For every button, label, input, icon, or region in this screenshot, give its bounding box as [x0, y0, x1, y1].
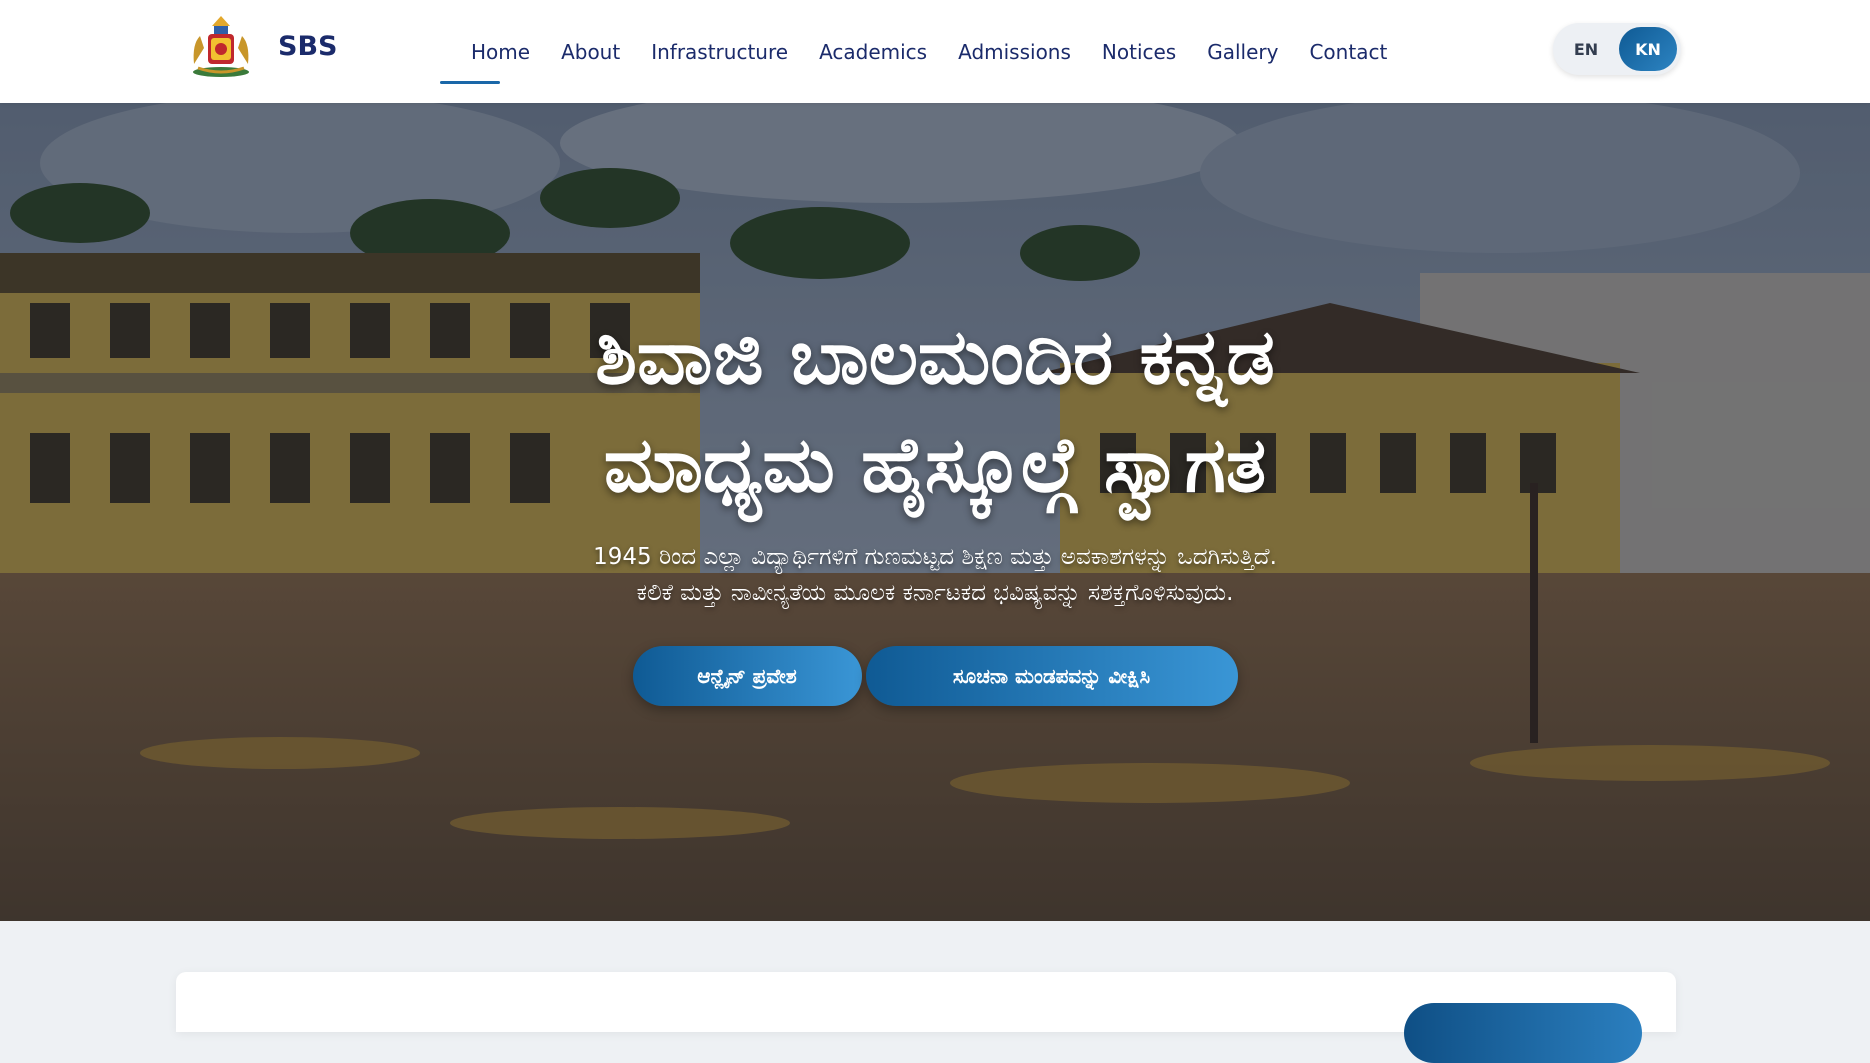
language-en-button[interactable]: EN [1557, 27, 1615, 71]
nav-item-contact[interactable]: Contact [1309, 40, 1387, 64]
top-navbar: SBS Home About Infrastructure Academics … [0, 0, 1870, 103]
nav-item-home[interactable]: Home [439, 40, 530, 84]
hero-title-line: ಶಿವಾಜಿ ಬಾಲಮಂದಿರ ಕನ್ನಡ [595, 312, 1275, 401]
hero-title: ಶಿವಾಜಿ ಬಾಲಮಂದಿರ ಕನ್ನಡ ಮಾಧ್ಯಮ ಹೈಸ್ಕೂಲ್ಗೆ … [0, 303, 1870, 519]
view-notice-board-button[interactable]: ಸೂಚನಾ ಮಂಡಪವನ್ನು ವೀಕ್ಷಿಸಿ [865, 646, 1238, 706]
brand[interactable]: SBS [186, 14, 337, 78]
hero-section: ಶಿವಾಜಿ ಬಾಲಮಂದಿರ ಕನ್ನಡ ಮಾಧ್ಯಮ ಹೈಸ್ಕೂಲ್ಗೆ … [0, 103, 1870, 921]
hero-subtitle: 1945 ರಿಂದ ಎಲ್ಲಾ ವಿದ್ಯಾರ್ಥಿಗಳಿಗೆ ಗುಣಮಟ್ಟದ… [0, 539, 1870, 611]
hero-actions: ಆನ್ಲೈನ್ ಪ್ರವೇಶ ಸೂಚನಾ ಮಂಡಪವನ್ನು ವೀಕ್ಷಿಸಿ [0, 646, 1870, 706]
hero-subtitle-line: ಕಲಿಕೆ ಮತ್ತು ನಾವೀನ್ಯತೆಯ ಮೂಲಕ ಕರ್ನಾಟಕದ ಭವಿ… [636, 580, 1234, 606]
karnataka-emblem-icon [186, 14, 256, 78]
main-nav: Home About Infrastructure Academics Admi… [439, 0, 1418, 103]
brand-name: SBS [278, 30, 338, 62]
nav-item-infrastructure[interactable]: Infrastructure [651, 40, 788, 64]
language-kn-button[interactable]: KN [1619, 27, 1677, 71]
hero-title-line: ಮಾಧ್ಯಮ ಹೈಸ್ಕೂಲ್ಗೆ ಸ್ವಾಗತ [603, 420, 1267, 509]
section-heading [222, 1004, 622, 1018]
hero-subtitle-line: 1945 ರಿಂದ ಎಲ್ಲಾ ವಿದ್ಯಾರ್ಥಿಗಳಿಗೆ ಗುಣಮಟ್ಟದ… [593, 544, 1277, 570]
online-admission-button[interactable]: ಆನ್ಲೈನ್ ಪ್ರವೇಶ [632, 646, 862, 706]
content-card [176, 972, 1676, 1063]
nav-item-gallery[interactable]: Gallery [1207, 40, 1278, 64]
nav-item-academics[interactable]: Academics [819, 40, 927, 64]
nav-item-notices[interactable]: Notices [1102, 40, 1176, 64]
nav-item-about[interactable]: About [561, 40, 620, 64]
language-toggle: EN KN [1553, 23, 1681, 75]
section-action-button[interactable] [1404, 1003, 1642, 1063]
nav-item-admissions[interactable]: Admissions [958, 40, 1071, 64]
